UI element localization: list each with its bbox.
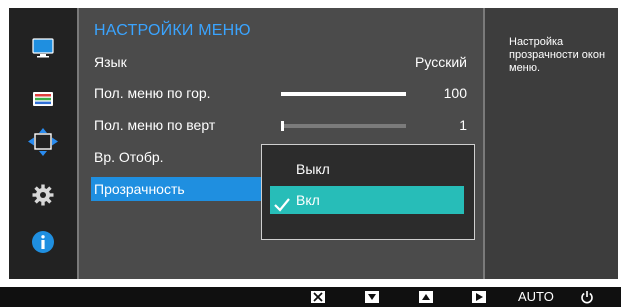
option-off[interactable]: Выкл bbox=[270, 155, 464, 183]
monitor-icon[interactable] bbox=[27, 34, 59, 62]
row-label: Прозрачность bbox=[94, 181, 185, 197]
down-icon[interactable] bbox=[365, 290, 379, 304]
option-label: Вкл bbox=[296, 192, 320, 208]
checkmark-icon bbox=[274, 193, 290, 221]
gear-icon[interactable] bbox=[27, 181, 59, 209]
row-label: Пол. меню по гор. bbox=[94, 85, 211, 101]
option-label: Выкл bbox=[296, 161, 330, 177]
v-position-slider[interactable] bbox=[281, 124, 406, 128]
v-position-fill bbox=[281, 121, 284, 131]
close-icon[interactable] bbox=[311, 290, 325, 304]
menu-title: НАСТРОЙКИ МЕНЮ bbox=[94, 22, 251, 39]
power-icon[interactable] bbox=[580, 290, 594, 304]
row-label: Вр. Отобр. bbox=[94, 149, 164, 165]
menu-row-v-position[interactable]: Пол. меню по верт 1 bbox=[91, 113, 477, 137]
help-text: Настройка прозрачности окон меню. bbox=[509, 36, 606, 74]
row-value: 100 bbox=[443, 85, 467, 101]
sidebar bbox=[9, 8, 77, 279]
row-value: 1 bbox=[459, 117, 467, 133]
menu-row-language[interactable]: Язык Русский bbox=[91, 50, 477, 74]
info-icon[interactable] bbox=[27, 228, 59, 256]
row-value: Русский bbox=[415, 54, 467, 70]
color-palette-icon[interactable] bbox=[27, 85, 59, 113]
option-on[interactable]: Вкл bbox=[270, 186, 464, 214]
resize-arrows-icon[interactable] bbox=[27, 128, 59, 156]
row-label: Пол. меню по верт bbox=[94, 117, 216, 133]
auto-label: AUTO bbox=[518, 289, 554, 304]
row-label: Язык bbox=[94, 54, 127, 70]
h-position-fill bbox=[281, 92, 406, 96]
transparency-dropdown: Выкл Вкл bbox=[261, 144, 475, 240]
bottom-button-bar: AUTO bbox=[0, 287, 621, 307]
auto-button[interactable]: AUTO bbox=[518, 290, 554, 304]
menu-row-transparency[interactable]: Прозрачность bbox=[91, 177, 269, 201]
menu-row-h-position[interactable]: Пол. меню по гор. 100 bbox=[91, 81, 477, 105]
h-position-slider[interactable] bbox=[281, 92, 406, 96]
osd-window: НАСТРОЙКИ МЕНЮ Язык Русский Пол. меню по… bbox=[9, 8, 618, 279]
enter-icon[interactable] bbox=[472, 290, 486, 304]
up-icon[interactable] bbox=[419, 290, 433, 304]
